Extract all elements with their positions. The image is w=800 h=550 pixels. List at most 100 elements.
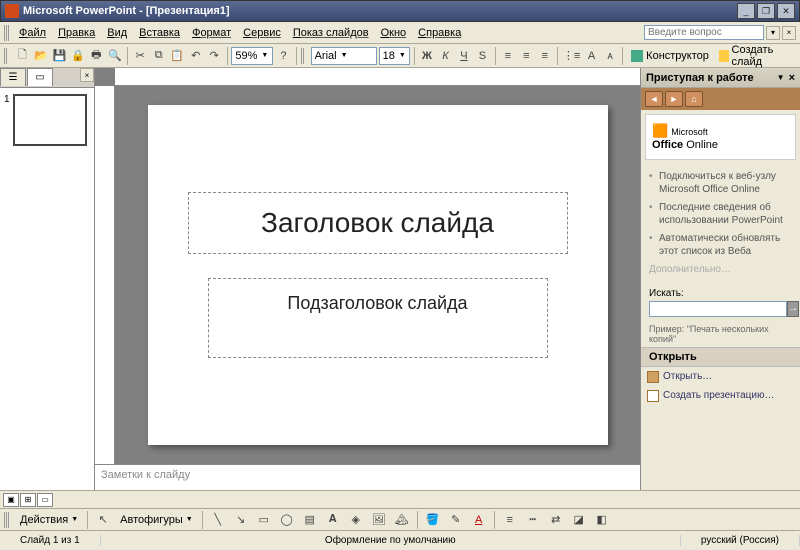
clipart-tool[interactable]: 🖼 — [369, 510, 389, 530]
search-label: Искать: — [649, 288, 792, 299]
search-input[interactable] — [649, 301, 787, 317]
zoom-combo[interactable]: 59%▼ — [231, 47, 273, 65]
taskpane-header: Приступая к работе ▼ × — [641, 68, 800, 88]
menu-slideshow[interactable]: Показ слайдов — [287, 25, 375, 41]
taskpane-dropdown-icon[interactable]: ▼ — [777, 73, 785, 82]
save-button[interactable]: 💾 — [51, 46, 68, 66]
link-more[interactable]: Дополнительно… — [649, 261, 792, 280]
menu-format[interactable]: Формат — [186, 25, 237, 41]
print-button[interactable]: 🖶 — [88, 46, 105, 66]
menu-help[interactable]: Справка — [412, 25, 467, 41]
app-icon — [5, 4, 19, 18]
rectangle-tool[interactable]: ▭ — [254, 510, 274, 530]
3d-style-tool[interactable]: ◧ — [592, 510, 612, 530]
align-right-button[interactable]: ≡ — [537, 46, 554, 66]
menu-tools[interactable]: Сервис — [237, 25, 287, 41]
ask-dropdown-icon[interactable]: ▾ — [766, 26, 780, 40]
doc-close-button[interactable]: × — [782, 26, 796, 40]
decrease-font-button[interactable]: ᴀ — [602, 46, 619, 66]
line-style-tool[interactable]: ≡ — [500, 510, 520, 530]
link-news[interactable]: Последние сведения об использовании Powe… — [649, 199, 792, 230]
outline-tab-strip: ☰ ▭ × — [0, 68, 94, 88]
open-section-header: Открыть — [641, 347, 800, 367]
arrow-style-tool[interactable]: ⇄ — [546, 510, 566, 530]
open-button[interactable]: 📂 — [33, 46, 50, 66]
fontsize-combo[interactable]: 18▼ — [379, 47, 410, 65]
undo-button[interactable]: ↶ — [187, 46, 204, 66]
oval-tool[interactable]: ◯ — [277, 510, 297, 530]
italic-button[interactable]: К — [437, 46, 454, 66]
sorter-view-button[interactable]: ⊞ — [20, 493, 36, 507]
actions-menu[interactable]: Действия▼ — [16, 514, 82, 526]
close-button[interactable]: ✕ — [777, 3, 795, 19]
diagram-tool[interactable]: ◈ — [346, 510, 366, 530]
slide-thumbnail-1[interactable]: 1 — [4, 94, 90, 146]
menu-file[interactable]: Файл — [13, 25, 52, 41]
help-button[interactable]: ? — [275, 46, 292, 66]
preview-button[interactable]: 🔍 — [107, 46, 124, 66]
align-left-button[interactable]: ≡ — [500, 46, 517, 66]
line-tool[interactable]: ╲ — [208, 510, 228, 530]
fill-color-tool[interactable]: 🪣 — [423, 510, 443, 530]
slide-canvas-area[interactable]: Заголовок слайда Подзаголовок слайда — [95, 68, 640, 464]
slide[interactable]: Заголовок слайда Подзаголовок слайда — [148, 105, 608, 445]
drawing-toolbar: Действия▼ ↖ Автофигуры▼ ╲ ↘ ▭ ◯ ▤ 𝐀 ◈ 🖼 … — [0, 508, 800, 530]
thumbnail-area: 1 — [0, 88, 94, 490]
slides-tab[interactable]: ▭ — [27, 68, 53, 86]
menubar: Файл Правка Вид Вставка Формат Сервис По… — [0, 22, 800, 44]
back-button[interactable]: ◄ — [645, 91, 663, 107]
taskpane-close-button[interactable]: × — [789, 72, 795, 84]
shadow-button[interactable]: S — [474, 46, 491, 66]
document-name: [Презентация1] — [146, 5, 230, 17]
new-slide-button[interactable]: Создать слайд — [715, 44, 796, 68]
open-action[interactable]: Открыть… — [641, 367, 800, 386]
bullets-button[interactable]: ⋮≡ — [562, 46, 581, 66]
line-color-tool[interactable]: ✎ — [446, 510, 466, 530]
shadow-style-tool[interactable]: ◪ — [569, 510, 589, 530]
outline-tab[interactable]: ☰ — [0, 68, 26, 86]
new-button[interactable]: 🗋 — [14, 46, 31, 66]
font-color-tool[interactable]: A — [469, 510, 489, 530]
subtitle-placeholder[interactable]: Подзаголовок слайда — [208, 278, 548, 358]
select-tool[interactable]: ↖ — [93, 510, 113, 530]
increase-font-button[interactable]: A — [583, 46, 600, 66]
redo-button[interactable]: ↷ — [206, 46, 223, 66]
font-combo[interactable]: Arial▼ — [311, 47, 377, 65]
search-example: Пример: "Печать нескольких копий" — [641, 321, 800, 347]
home-button[interactable]: ⌂ — [685, 91, 703, 107]
title-placeholder[interactable]: Заголовок слайда — [188, 192, 568, 254]
dash-style-tool[interactable]: ┅ — [523, 510, 543, 530]
link-autoupdate[interactable]: Автоматически обновлять этот список из В… — [649, 230, 792, 261]
designer-button[interactable]: Конструктор — [627, 50, 713, 62]
cut-button[interactable]: ✂ — [132, 46, 149, 66]
pane-close-button[interactable]: × — [80, 68, 94, 82]
arrow-tool[interactable]: ↘ — [231, 510, 251, 530]
link-connect[interactable]: Подключиться к веб-узлу Microsoft Office… — [649, 168, 792, 199]
underline-button[interactable]: Ч — [456, 46, 473, 66]
notes-pane[interactable]: Заметки к слайду — [95, 464, 640, 490]
fontsize-value: 18 — [383, 50, 395, 62]
menu-view[interactable]: Вид — [101, 25, 133, 41]
bold-button[interactable]: Ж — [419, 46, 436, 66]
align-center-button[interactable]: ≡ — [518, 46, 535, 66]
menu-edit[interactable]: Правка — [52, 25, 101, 41]
slideshow-view-button[interactable]: ▭ — [37, 493, 53, 507]
forward-button[interactable]: ► — [665, 91, 683, 107]
separator — [227, 47, 228, 65]
copy-button[interactable]: ⧉ — [150, 46, 167, 66]
permission-button[interactable]: 🔒 — [70, 46, 87, 66]
minimize-button[interactable]: _ — [737, 3, 755, 19]
autoshapes-menu[interactable]: Автофигуры▼ — [116, 514, 197, 526]
normal-view-button[interactable]: ▣ — [3, 493, 19, 507]
menu-insert[interactable]: Вставка — [133, 25, 186, 41]
menu-window[interactable]: Окно — [375, 25, 413, 41]
horizontal-ruler — [115, 68, 640, 86]
ask-input[interactable] — [644, 25, 764, 40]
picture-tool[interactable]: 🏔 — [392, 510, 412, 530]
paste-button[interactable]: 📋 — [169, 46, 186, 66]
search-go-button[interactable]: → — [787, 301, 799, 317]
textbox-tool[interactable]: ▤ — [300, 510, 320, 530]
create-action[interactable]: Создать презентацию… — [641, 386, 800, 405]
wordart-tool[interactable]: 𝐀 — [323, 510, 343, 530]
maximize-button[interactable]: ❐ — [757, 3, 775, 19]
